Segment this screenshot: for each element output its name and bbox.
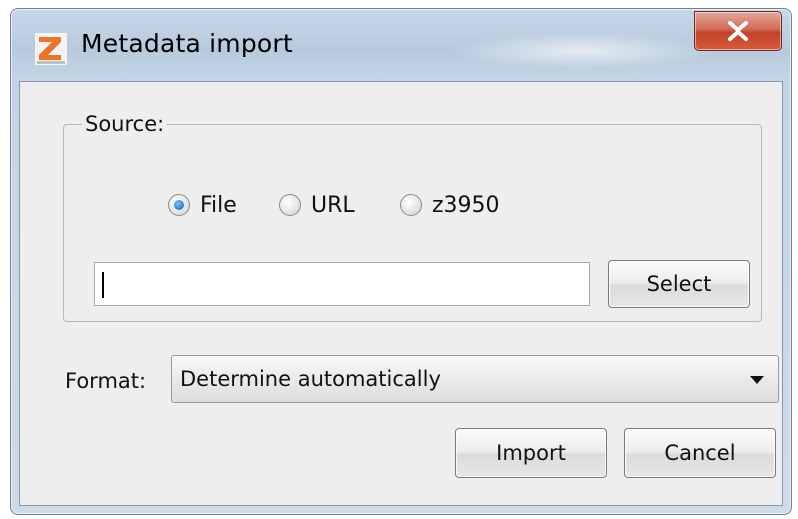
radio-option-url[interactable]: URL (279, 190, 355, 220)
radio-option-file[interactable]: File (168, 190, 237, 220)
title-bar-glare (451, 33, 711, 69)
dialog-window: Metadata import Source: File URL z3950 S… (10, 8, 792, 515)
chevron-down-icon[interactable] (750, 376, 764, 384)
file-radio[interactable] (168, 194, 190, 216)
file-radio-label[interactable]: File (200, 193, 237, 218)
z3950-radio[interactable] (400, 194, 422, 216)
window-title: Metadata import (81, 29, 293, 58)
text-caret (102, 272, 104, 298)
title-bar[interactable]: Metadata import (11, 9, 791, 81)
app-icon (33, 31, 69, 67)
cancel-button[interactable]: Cancel (624, 428, 776, 478)
format-select[interactable]: Determine automatically (171, 355, 779, 403)
url-radio-label[interactable]: URL (311, 193, 355, 218)
z3950-radio-label[interactable]: z3950 (432, 193, 500, 218)
source-path-input[interactable] (94, 262, 590, 306)
dialog-body: Source: File URL z3950 Select Format: De… (19, 81, 783, 506)
close-icon (725, 20, 751, 42)
format-selected-value: Determine automatically (180, 367, 441, 391)
url-radio[interactable] (279, 194, 301, 216)
close-button[interactable] (694, 11, 782, 51)
radio-option-z3950[interactable]: z3950 (400, 190, 500, 220)
format-label: Format: (65, 369, 147, 393)
import-button[interactable]: Import (455, 428, 607, 478)
source-legend: Source: (82, 112, 168, 136)
select-button[interactable]: Select (608, 260, 750, 308)
